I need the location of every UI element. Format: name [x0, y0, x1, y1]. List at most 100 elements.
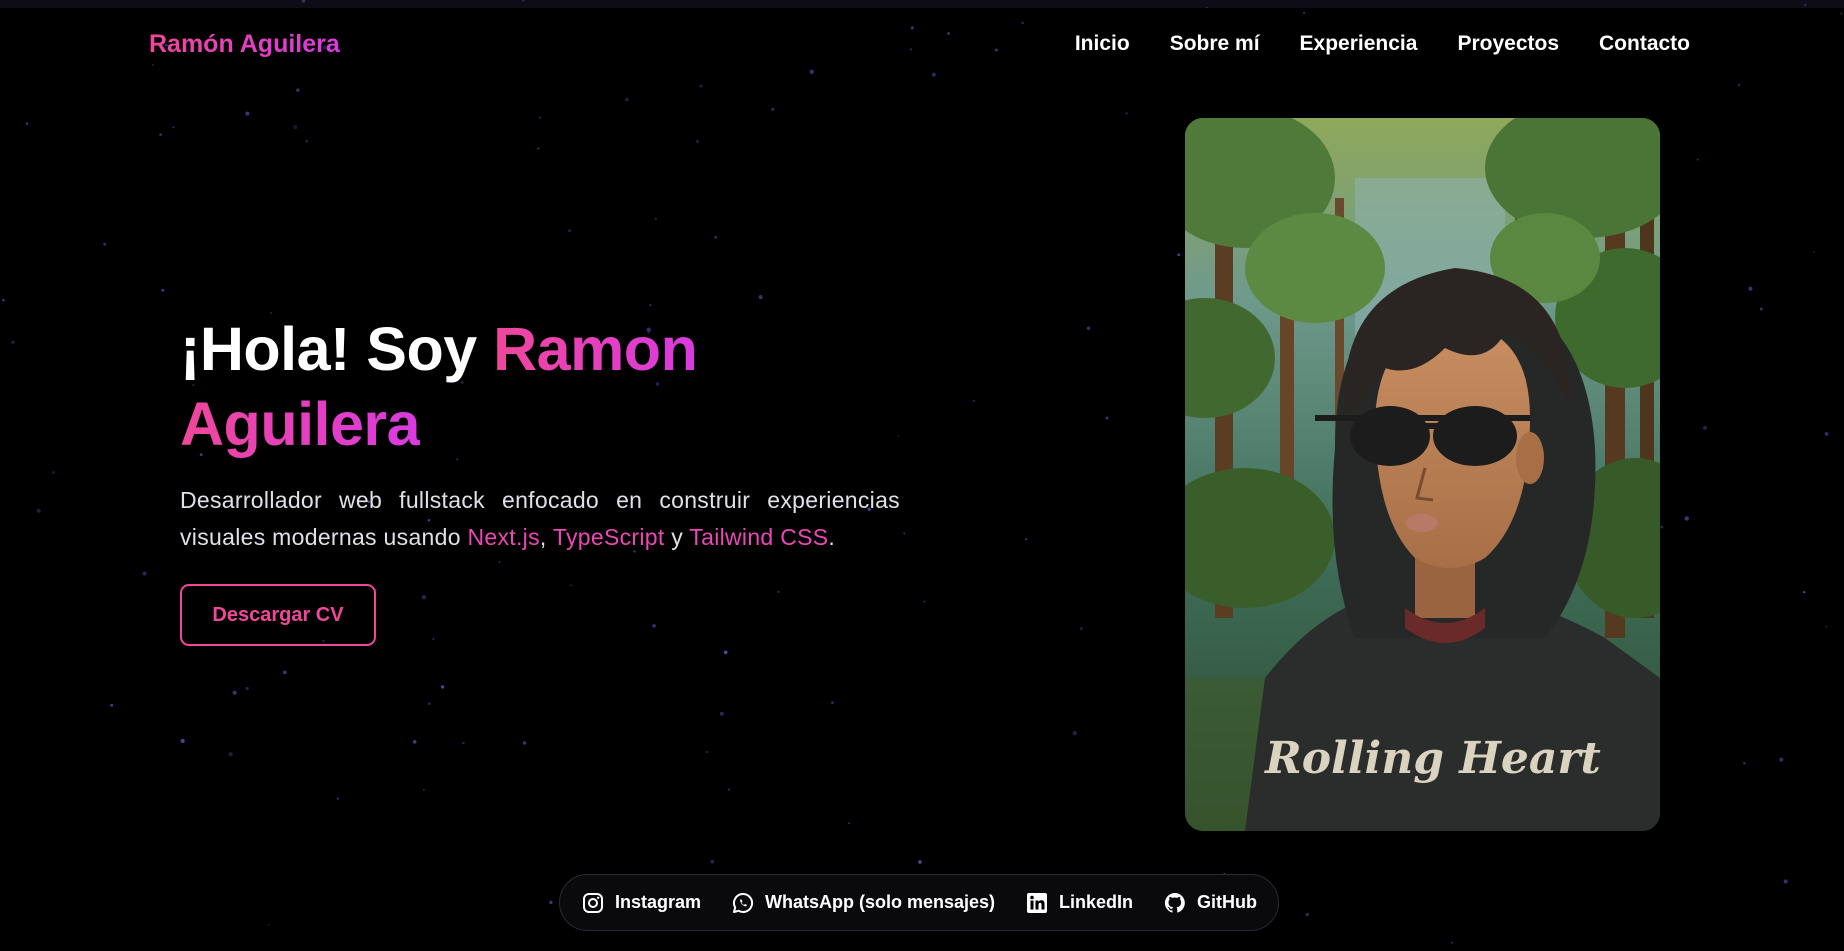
nav-link-contacto[interactable]: Contacto [1599, 32, 1690, 56]
social-links-bar: Instagram WhatsApp (solo mensajes) Linke… [559, 874, 1279, 931]
nav-link-proyectos[interactable]: Proyectos [1457, 32, 1559, 56]
nav-link-sobre-mi[interactable]: Sobre mí [1170, 32, 1260, 56]
nav-links: Inicio Sobre mí Experiencia Proyectos Co… [1075, 32, 1690, 56]
star-dot [1125, 112, 1128, 115]
star-dot [758, 295, 763, 300]
instagram-icon [582, 892, 603, 913]
star-dot [972, 399, 975, 402]
tech-nextjs: Next.js [467, 524, 540, 550]
star-dot [1779, 757, 1784, 762]
social-linkedin[interactable]: LinkedIn [1025, 891, 1133, 915]
social-label: Instagram [614, 892, 701, 912]
star-dot [25, 122, 29, 125]
social-instagram[interactable]: Instagram [581, 891, 701, 915]
star-dot [696, 140, 699, 143]
star-dot [11, 340, 15, 344]
star-dot [1105, 416, 1109, 420]
star-dot [180, 738, 185, 743]
star-dot [159, 133, 162, 136]
star-dot [421, 595, 427, 600]
separator: y [664, 524, 690, 550]
social-label: GitHub [1197, 892, 1258, 912]
star-dot [1451, 941, 1453, 944]
star-dot [301, 0, 306, 3]
star-dot [771, 107, 775, 111]
tech-tailwind: Tailwind CSS [689, 524, 829, 550]
star-dot [1803, 590, 1806, 594]
star-dot [462, 741, 465, 745]
star-dot [1743, 761, 1746, 765]
star-dot [652, 624, 656, 628]
star-dot [570, 584, 573, 587]
star-dot [706, 750, 709, 754]
star-dot [831, 701, 834, 704]
star-dot [228, 752, 233, 757]
tech-typescript: TypeScript [552, 524, 665, 550]
hero-description: Desarrollador web fullstack enfocado en … [180, 482, 900, 556]
star-dot [1684, 516, 1689, 521]
star-dot [568, 229, 572, 233]
star-dot [336, 797, 340, 800]
star-dot [1825, 625, 1828, 628]
social-whatsapp[interactable]: WhatsApp (solo mensajes) [731, 891, 995, 915]
star-dot [649, 304, 652, 307]
star-dot [537, 147, 540, 150]
star-dot [1177, 253, 1180, 257]
star-dot [1025, 538, 1028, 541]
star-dot [51, 471, 55, 475]
navbar: Ramón Aguilera Inicio Sobre mí Experienc… [0, 8, 1844, 80]
nav-link-inicio[interactable]: Inicio [1075, 32, 1130, 56]
star-dot [1702, 425, 1707, 430]
period: . [828, 524, 836, 550]
hero-name-first: Ramon [493, 315, 698, 383]
star-dot [1759, 307, 1763, 311]
star-dot [719, 711, 724, 716]
star-dot [848, 822, 851, 825]
star-dot [625, 97, 629, 102]
linkedin-icon [1027, 892, 1048, 913]
social-label: WhatsApp (solo mensajes) [764, 892, 996, 912]
star-dot [283, 670, 287, 675]
star-dot [428, 702, 431, 705]
star-dot [232, 690, 237, 695]
whatsapp-icon [732, 892, 754, 913]
star-dot [549, 900, 553, 905]
download-cv-button[interactable]: Descargar CV [180, 584, 376, 646]
star-dot [142, 571, 147, 576]
hero-name-last: Aguilera [180, 390, 421, 458]
star-dot [432, 637, 435, 641]
star-dot [2, 299, 5, 302]
star-dot [654, 217, 658, 221]
star-dot [728, 788, 731, 791]
star-dot [1804, 3, 1807, 6]
hero-section: ¡Hola! Soy Ramon Aguilera Desarrollador w… [180, 312, 900, 556]
star-dot [1737, 83, 1741, 87]
star-dot [245, 111, 250, 116]
star-dot [36, 508, 41, 513]
star-dot [1079, 627, 1083, 630]
star-dot [710, 859, 715, 864]
star-dot [1748, 286, 1753, 291]
star-dot [1783, 879, 1788, 884]
nav-link-experiencia[interactable]: Experiencia [1300, 32, 1418, 56]
star-dot [1086, 326, 1091, 330]
social-github[interactable]: GitHub [1163, 891, 1257, 915]
hero-greeting: ¡Hola! Soy [180, 315, 494, 383]
star-dot [903, 532, 906, 535]
star-dot [1824, 431, 1829, 436]
star-dot [1660, 525, 1664, 529]
star-dot [498, 561, 501, 563]
portrait-image: Rolling Heart [1185, 118, 1660, 831]
portrait-illustration: Rolling Heart [1185, 118, 1660, 831]
star-dot [422, 788, 425, 791]
star-dot [539, 116, 542, 119]
star-dot [918, 860, 922, 864]
star-dot [522, 741, 527, 745]
brand-logo[interactable]: Ramón Aguilera [149, 30, 340, 59]
star-dot [412, 740, 417, 744]
star-dot [714, 236, 717, 239]
star-dot [161, 288, 165, 292]
star-dot [172, 126, 175, 129]
star-dot [521, 0, 525, 2]
star-dot [103, 242, 107, 246]
